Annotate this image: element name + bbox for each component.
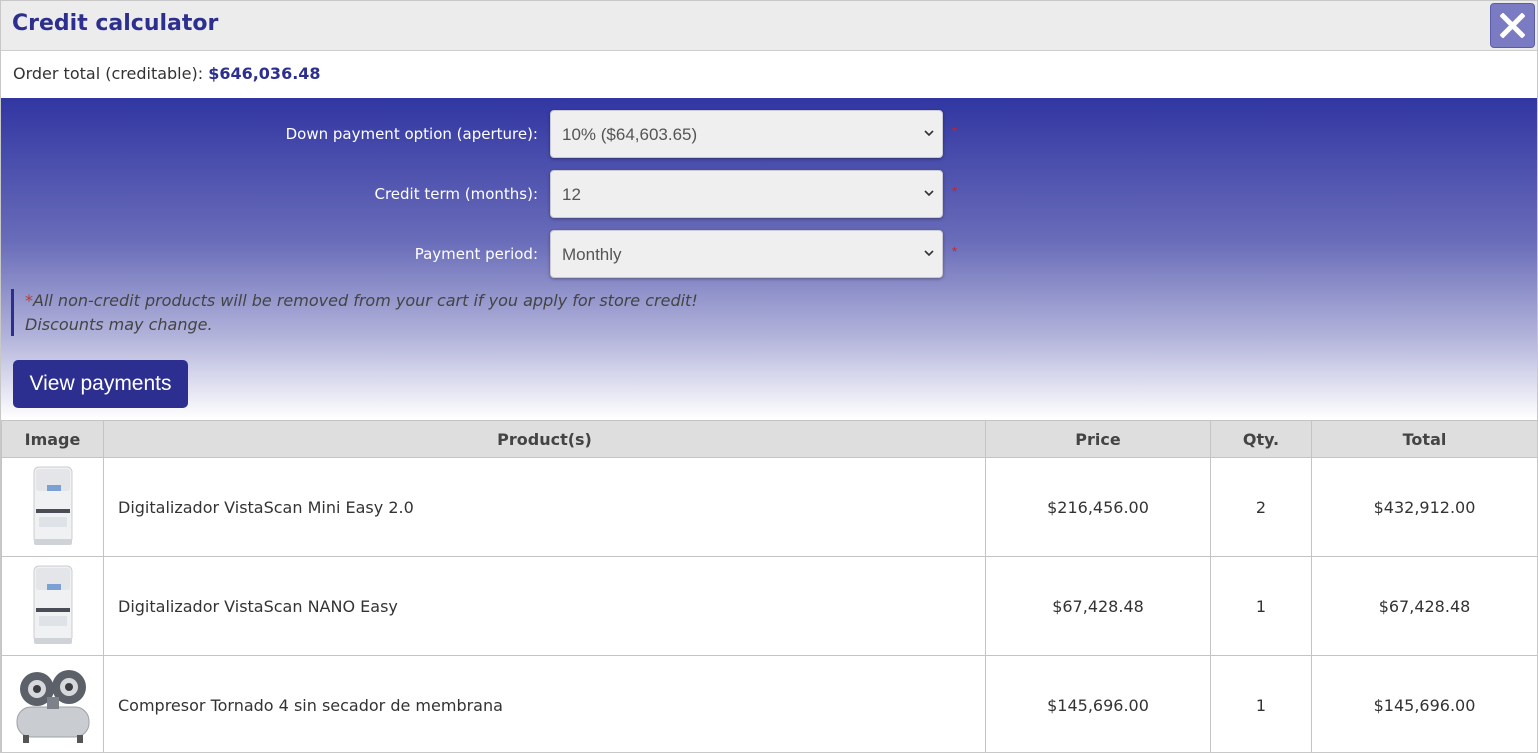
dialog-title: Credit calculator (12, 11, 219, 36)
product-qty: 2 (1210, 457, 1312, 557)
close-icon (1500, 13, 1525, 38)
compressor-image (16, 670, 89, 743)
product-image-cell (1, 556, 104, 656)
down-payment-select[interactable]: 10% ($64,603.65) (550, 110, 943, 158)
product-total: $145,696.00 (1311, 655, 1537, 752)
payment-period-label: Payment period: (414, 245, 538, 263)
notice-text-1: All non-credit products will be removed … (33, 291, 698, 310)
product-price: $67,428.48 (985, 556, 1211, 656)
product-name: Compresor Tornado 4 sin secador de membr… (103, 655, 986, 752)
payment-period-select[interactable]: Monthly (550, 230, 943, 278)
credit-options-panel: Down payment option (aperture): 10% ($64… (1, 98, 1537, 419)
product-image-cell (1, 457, 104, 557)
table-row: Digitalizador VistaScan NANO Easy $67,42… (1, 556, 1537, 656)
dialog-titlebar: Credit calculator (1, 1, 1537, 51)
required-mark: * (952, 124, 958, 139)
product-total: $67,428.48 (1311, 556, 1537, 656)
product-image-cell (1, 655, 104, 752)
products-table: Image Product(s) Price Qty. Total Digita… (1, 420, 1537, 752)
payment-period-row: Payment period: Monthly * (1, 230, 1001, 278)
order-total: Order total (creditable): $646,036.48 (13, 64, 321, 83)
close-button[interactable] (1490, 3, 1535, 48)
product-price: $216,456.00 (985, 457, 1211, 557)
header-image: Image (1, 420, 104, 458)
required-mark: * (952, 244, 958, 259)
header-products: Product(s) (103, 420, 986, 458)
chevron-down-icon (924, 130, 934, 137)
table-row: Digitalizador VistaScan Mini Easy 2.0 $2… (1, 457, 1537, 557)
chevron-down-icon (924, 190, 934, 197)
chevron-down-icon (924, 250, 934, 257)
credit-calculator-dialog: Credit calculator Order total (creditabl… (0, 0, 1538, 753)
product-name: Digitalizador VistaScan NANO Easy (103, 556, 986, 656)
down-payment-row: Down payment option (aperture): 10% ($64… (1, 110, 1001, 158)
table-header-row: Image Product(s) Price Qty. Total (1, 420, 1537, 458)
notice-star: * (25, 291, 33, 310)
payment-period-value: Monthly (562, 245, 622, 264)
product-qty: 1 (1210, 556, 1312, 656)
credit-term-label: Credit term (months): (374, 185, 538, 203)
scanner-image (33, 565, 72, 644)
credit-term-row: Credit term (months): 12 * (1, 170, 1001, 218)
notice-line-1: *All non-credit products will be removed… (25, 289, 698, 313)
table-row: Compresor Tornado 4 sin secador de membr… (1, 655, 1537, 752)
product-price: $145,696.00 (985, 655, 1211, 752)
order-total-label: Order total (creditable): (13, 64, 204, 83)
credit-notice: *All non-credit products will be removed… (11, 289, 698, 336)
scanner-image (33, 466, 72, 545)
down-payment-label: Down payment option (aperture): (285, 125, 538, 143)
header-price: Price (985, 420, 1211, 458)
order-total-amount: $646,036.48 (208, 64, 321, 83)
header-qty: Qty. (1210, 420, 1312, 458)
required-mark: * (952, 184, 958, 199)
view-payments-button[interactable]: View payments (13, 360, 188, 408)
product-total: $432,912.00 (1311, 457, 1537, 557)
header-total: Total (1311, 420, 1537, 458)
product-name: Digitalizador VistaScan Mini Easy 2.0 (103, 457, 986, 557)
credit-term-value: 12 (562, 185, 581, 204)
credit-term-select[interactable]: 12 (550, 170, 943, 218)
down-payment-value: 10% ($64,603.65) (562, 125, 698, 144)
product-qty: 1 (1210, 655, 1312, 752)
notice-text-2: Discounts may change. (25, 315, 213, 334)
